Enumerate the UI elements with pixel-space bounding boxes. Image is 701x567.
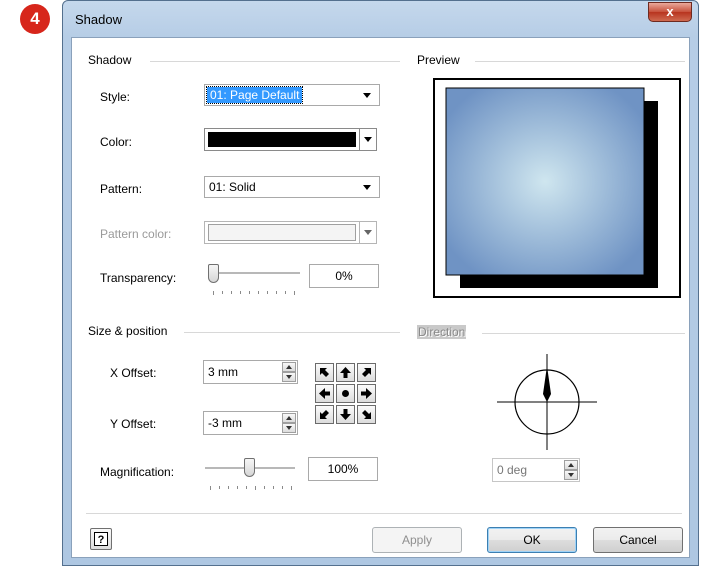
arrow-down-left-icon xyxy=(320,410,329,419)
preview-shape xyxy=(445,87,645,276)
y-offset-value: -3 mm xyxy=(208,416,242,430)
y-offset-spinner[interactable] xyxy=(282,413,296,433)
shadow-dialog: Shadow x Shadow Style: 01: Page Default … xyxy=(62,0,699,566)
y-offset-input[interactable]: -3 mm xyxy=(203,411,298,435)
direction-dial[interactable] xyxy=(492,352,602,452)
size-position-group-label: Size & position xyxy=(88,324,168,338)
pattern-color-label: Pattern color: xyxy=(100,227,172,241)
style-combobox[interactable]: 01: Page Default xyxy=(204,84,380,106)
magnification-slider-thumb[interactable] xyxy=(244,458,255,477)
spin-up-icon[interactable] xyxy=(282,413,296,423)
x-offset-label: X Offset: xyxy=(110,366,157,380)
x-offset-value: 3 mm xyxy=(208,365,238,379)
close-icon: x xyxy=(666,4,674,19)
direction-input[interactable]: 0 deg xyxy=(492,458,580,482)
nudge-down-right-button[interactable] xyxy=(357,405,376,424)
nudge-left-button[interactable] xyxy=(315,384,334,403)
pattern-value: 01: Solid xyxy=(209,180,256,194)
ok-button[interactable]: OK xyxy=(487,527,577,553)
direction-value: 0 deg xyxy=(497,463,528,477)
nudge-center-button[interactable] xyxy=(336,384,355,403)
svg-text:?: ? xyxy=(98,534,105,546)
transparency-input[interactable]: 0% xyxy=(309,264,379,288)
help-icon: ? xyxy=(94,532,108,546)
preview-canvas xyxy=(445,87,658,288)
pattern-label: Pattern: xyxy=(100,182,143,196)
pattern-color-swatch xyxy=(208,224,356,241)
arrow-right-icon xyxy=(361,388,372,399)
dialog-client-area: Shadow Style: 01: Page Default Color: Pa… xyxy=(71,37,690,558)
transparency-slider-ticks xyxy=(213,291,295,295)
color-picker[interactable] xyxy=(204,128,377,151)
cancel-button[interactable]: Cancel xyxy=(593,527,683,553)
arrow-left-icon xyxy=(319,388,330,399)
nudge-right-button[interactable] xyxy=(357,384,376,403)
nudge-up-button[interactable] xyxy=(336,363,355,382)
shadow-group-label: Shadow xyxy=(88,53,132,67)
close-button[interactable]: x xyxy=(648,2,692,22)
arrow-up-icon xyxy=(340,367,351,378)
color-dropdown-icon[interactable] xyxy=(359,129,376,150)
color-label: Color: xyxy=(100,135,133,149)
dialog-title: Shadow xyxy=(75,12,122,27)
chevron-down-icon[interactable] xyxy=(363,93,371,98)
transparency-label: Transparency: xyxy=(100,271,177,285)
arrow-down-right-icon xyxy=(362,410,371,419)
nudge-down-button[interactable] xyxy=(336,405,355,424)
arrow-down-icon xyxy=(340,409,351,420)
magnification-slider-ticks xyxy=(210,486,292,490)
nudge-up-right-button[interactable] xyxy=(357,363,376,382)
pattern-color-dropdown-icon[interactable] xyxy=(359,222,376,243)
magnification-input[interactable]: 100% xyxy=(308,457,378,481)
pattern-combobox[interactable]: 01: Solid xyxy=(204,176,380,198)
preview-group-label: Preview xyxy=(417,53,460,67)
center-dot-icon xyxy=(342,390,349,397)
direction-spinner[interactable] xyxy=(564,460,578,480)
color-swatch xyxy=(208,132,356,147)
apply-button[interactable]: Apply xyxy=(372,527,462,553)
title-bar[interactable]: Shadow x xyxy=(63,1,698,37)
transparency-slider-track[interactable] xyxy=(208,272,300,275)
size-position-group-divider xyxy=(184,332,400,333)
x-offset-input[interactable]: 3 mm xyxy=(203,360,298,384)
spin-up-icon[interactable] xyxy=(564,460,578,470)
transparency-slider-thumb[interactable] xyxy=(208,264,219,283)
direction-group-divider xyxy=(482,333,685,334)
shadow-group-divider xyxy=(150,61,400,62)
spin-down-icon[interactable] xyxy=(282,372,296,382)
x-offset-spinner[interactable] xyxy=(282,362,296,382)
footer-divider xyxy=(86,513,682,514)
y-offset-label: Y Offset: xyxy=(110,417,157,431)
spin-down-icon[interactable] xyxy=(282,423,296,433)
magnification-label: Magnification: xyxy=(100,465,175,479)
step-badge: 4 xyxy=(20,4,50,34)
style-value: 01: Page Default xyxy=(205,86,304,104)
pattern-color-picker[interactable] xyxy=(204,221,377,244)
nudge-down-left-button[interactable] xyxy=(315,405,334,424)
arrow-up-right-icon xyxy=(362,368,371,377)
nudge-up-left-button[interactable] xyxy=(315,363,334,382)
spin-up-icon[interactable] xyxy=(282,362,296,372)
help-button[interactable]: ? xyxy=(90,528,112,550)
spin-down-icon[interactable] xyxy=(564,470,578,480)
style-label: Style: xyxy=(100,90,131,104)
arrow-up-left-icon xyxy=(320,368,329,377)
shadow-preview xyxy=(433,78,681,298)
direction-group-label: Direction xyxy=(417,325,467,339)
preview-group-divider xyxy=(475,61,685,62)
chevron-down-icon[interactable] xyxy=(363,185,371,190)
direction-needle-icon xyxy=(543,366,551,402)
